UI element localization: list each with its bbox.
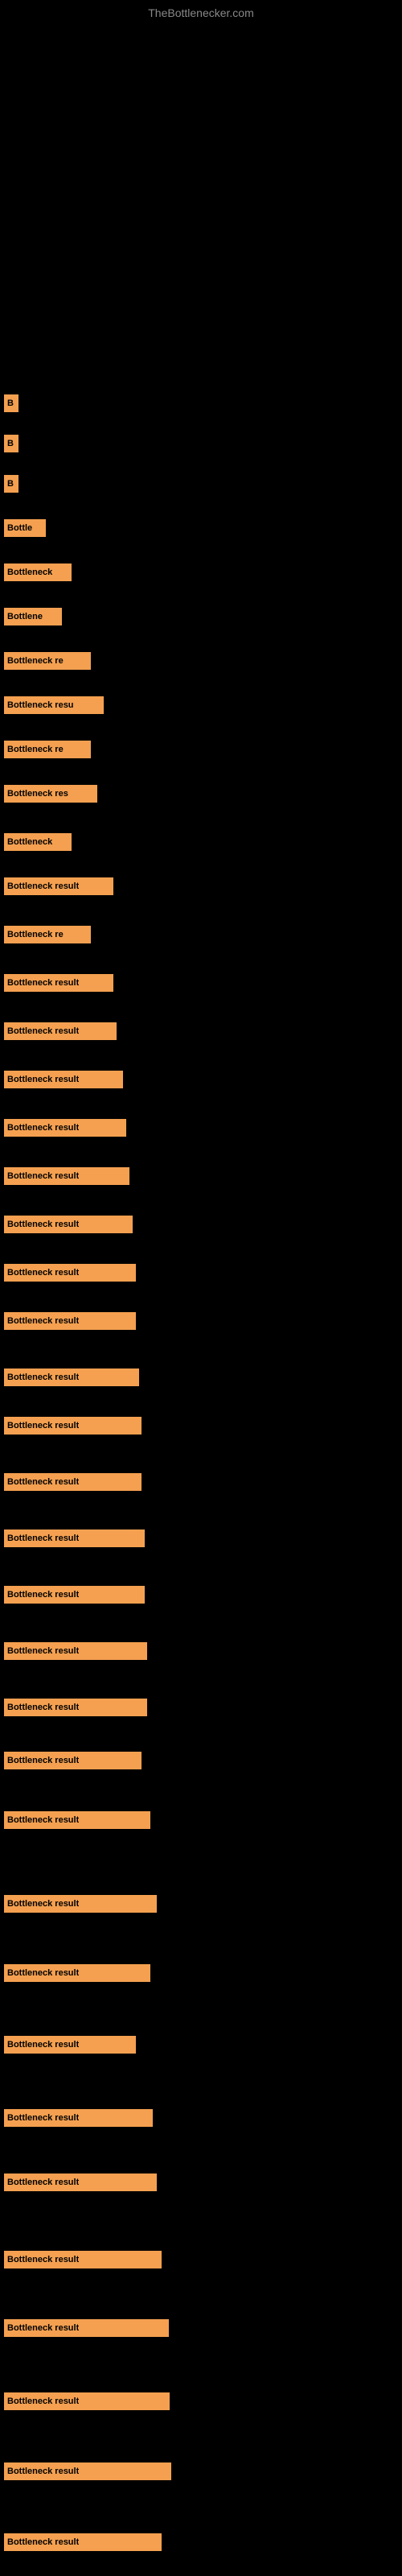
bar-row: Bottlene [4, 608, 62, 625]
bar-label: Bottleneck [4, 837, 52, 847]
bar-row: Bottleneck result [4, 1752, 142, 1769]
bar-label: Bottleneck result [4, 2040, 79, 2050]
bar-row: Bottleneck res [4, 785, 97, 803]
bar-row: Bottleneck result [4, 2462, 171, 2480]
bar-label: Bottleneck result [4, 2467, 79, 2476]
bar-label: Bottleneck result [4, 1815, 79, 1825]
bar-row: Bottleneck result [4, 2109, 153, 2127]
bar-label: Bottleneck re [4, 930, 64, 939]
bar-row: Bottleneck re [4, 926, 91, 943]
bar-label: Bottleneck result [4, 1421, 79, 1430]
bar-label: Bottleneck result [4, 1899, 79, 1909]
bar-row: Bottleneck result [4, 1264, 136, 1282]
bar-label: Bottleneck result [4, 1171, 79, 1181]
bar-label: Bottleneck result [4, 1703, 79, 1712]
bar-label: Bottleneck resu [4, 700, 74, 710]
bar-row: Bottleneck [4, 564, 72, 581]
bar-label: Bottleneck result [4, 1316, 79, 1326]
bar-row: Bottleneck result [4, 1895, 157, 1913]
bar-label: Bottleneck result [4, 1590, 79, 1600]
bar-label: Bottleneck result [4, 1534, 79, 1543]
bar-label: Bottleneck result [4, 2323, 79, 2333]
bar-label: Bottlene [4, 612, 43, 621]
bar-row: Bottleneck result [4, 1071, 123, 1088]
bar-label: Bottleneck [4, 568, 52, 577]
bar-row: Bottleneck result [4, 877, 113, 895]
bar-label: Bottleneck result [4, 1268, 79, 1278]
bar-row: Bottleneck re [4, 741, 91, 758]
bar-row: Bottleneck result [4, 1167, 129, 1185]
bar-label: B [4, 479, 14, 489]
bar-row: Bottleneck resu [4, 696, 104, 714]
bar-label: B [4, 439, 14, 448]
bar-row: Bottleneck result [4, 1022, 117, 1040]
bar-row: Bottleneck result [4, 2533, 162, 2551]
bar-label: Bottle [4, 523, 32, 533]
bar-label: Bottleneck result [4, 1477, 79, 1487]
bar-label: Bottleneck result [4, 1220, 79, 1229]
bar-label: Bottleneck result [4, 2396, 79, 2406]
bar-row: Bottleneck result [4, 1642, 147, 1660]
bar-row: Bottleneck result [4, 1368, 139, 1386]
bar-row: Bottleneck result [4, 1811, 150, 1829]
bar-row: Bottleneck result [4, 2036, 136, 2054]
bar-label: Bottleneck result [4, 1075, 79, 1084]
bar-row: B [4, 475, 18, 493]
bar-label: Bottleneck result [4, 1373, 79, 1382]
bar-row: Bottleneck result [4, 2392, 170, 2410]
bar-row: Bottleneck result [4, 1699, 147, 1716]
bar-row: Bottleneck result [4, 1119, 126, 1137]
bar-label: Bottleneck result [4, 2113, 79, 2123]
bar-label: Bottleneck re [4, 656, 64, 666]
bar-row: Bottleneck result [4, 2319, 169, 2337]
bar-row: Bottleneck result [4, 1417, 142, 1435]
bar-label: Bottleneck result [4, 1756, 79, 1765]
bar-row: Bottleneck result [4, 1586, 145, 1604]
bar-label: Bottleneck result [4, 2178, 79, 2187]
site-title: TheBottlenecker.com [148, 6, 254, 19]
bar-row: Bottleneck result [4, 1530, 145, 1547]
bar-row: Bottleneck result [4, 974, 113, 992]
bar-label: Bottleneck result [4, 1968, 79, 1978]
bar-row: Bottleneck [4, 833, 72, 851]
bar-row: Bottleneck re [4, 652, 91, 670]
bar-label: Bottleneck result [4, 1123, 79, 1133]
bar-row: Bottleneck result [4, 1312, 136, 1330]
bar-row: Bottleneck result [4, 1964, 150, 1982]
bar-label: Bottleneck result [4, 978, 79, 988]
bar-label: Bottleneck result [4, 1026, 79, 1036]
bar-label: Bottleneck re [4, 745, 64, 754]
bar-row: B [4, 394, 18, 412]
bar-label: Bottleneck result [4, 1646, 79, 1656]
bar-label: Bottleneck result [4, 881, 79, 891]
bar-row: B [4, 435, 18, 452]
bar-row: Bottleneck result [4, 2251, 162, 2268]
bar-label: Bottleneck res [4, 789, 68, 799]
bar-label: Bottleneck result [4, 2537, 79, 2547]
bar-row: Bottle [4, 519, 46, 537]
bar-row: Bottleneck result [4, 2174, 157, 2191]
bar-label: Bottleneck result [4, 2255, 79, 2264]
bar-row: Bottleneck result [4, 1216, 133, 1233]
bar-row: Bottleneck result [4, 1473, 142, 1491]
bar-label: B [4, 398, 14, 408]
